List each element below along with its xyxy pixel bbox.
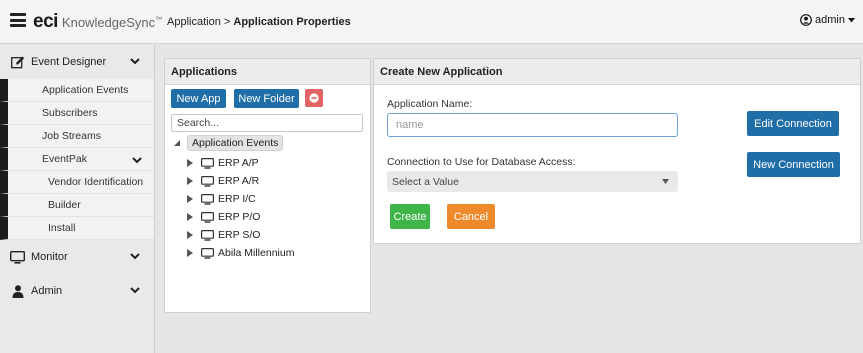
tree-item-erp-po[interactable]: ERP P/O <box>187 209 260 225</box>
user-icon <box>800 14 812 26</box>
tree-item-abila-millennium[interactable]: Abila Millennium <box>187 245 294 261</box>
sidebar-item-label: Install <box>48 222 76 234</box>
caret-right-icon[interactable] <box>187 249 193 257</box>
top-bar: eci KnowledgeSync™ Application > Applica… <box>0 0 863 44</box>
sidebar-item-job-streams[interactable]: Job Streams <box>0 125 154 148</box>
create-button[interactable]: Create <box>390 204 430 229</box>
menu-icon[interactable] <box>10 13 26 27</box>
new-connection-button[interactable]: New Connection <box>747 152 840 177</box>
logo: eci KnowledgeSync™ <box>33 11 162 33</box>
sidebar-item-label: Monitor <box>31 251 68 263</box>
tree-item-label: ERP A/P <box>218 157 259 169</box>
caret-right-icon[interactable] <box>187 195 193 203</box>
cancel-button[interactable]: Cancel <box>447 204 495 229</box>
sidebar-item-label: EventPak <box>42 153 87 165</box>
caret-down-icon[interactable] <box>173 139 181 147</box>
create-application-panel: Create New Application Application Name:… <box>373 58 861 244</box>
delete-button[interactable] <box>305 89 323 107</box>
chevron-down-icon <box>130 253 140 260</box>
person-icon <box>10 284 25 298</box>
chevron-down-icon <box>130 58 140 65</box>
sidebar-item-admin[interactable]: Admin <box>0 274 154 308</box>
applications-panel-title: Applications <box>165 59 370 85</box>
sidebar-item-builder[interactable]: Builder <box>0 194 154 217</box>
logo-product: KnowledgeSync™ <box>61 15 163 30</box>
sidebar-item-eventpak[interactable]: EventPak <box>0 148 154 171</box>
user-menu[interactable]: admin <box>800 14 855 26</box>
breadcrumb-current: Application Properties <box>233 16 351 28</box>
logo-brand: eci <box>33 11 58 32</box>
monitor-icon <box>201 193 214 205</box>
tree-item-label: Abila Millennium <box>218 247 295 259</box>
monitor-icon <box>201 211 214 223</box>
caret-right-icon[interactable] <box>187 231 193 239</box>
application-name-label: Application Name: <box>387 98 473 110</box>
minus-icon <box>309 93 319 103</box>
sidebar-item-subscribers[interactable]: Subscribers <box>0 102 154 125</box>
caret-down-icon <box>848 17 855 22</box>
connection-label: Connection to Use for Database Access: <box>387 156 576 168</box>
tree-root-label[interactable]: Application Events <box>187 135 284 151</box>
sidebar-item-application-events[interactable]: Application Events <box>0 79 154 102</box>
tree-item-label: ERP P/O <box>218 211 261 223</box>
caret-right-icon[interactable] <box>187 213 193 221</box>
tree-item-label: ERP I/C <box>218 193 256 205</box>
sidebar-item-event-designer[interactable]: Event Designer <box>0 45 154 79</box>
sidebar-item-label: Job Streams <box>42 130 101 142</box>
monitor-icon <box>201 229 214 241</box>
sidebar-item-install[interactable]: Install <box>0 217 154 240</box>
tree-item-erp-ar[interactable]: ERP A/R <box>187 173 259 189</box>
username: admin <box>815 14 845 26</box>
tree-item-erp-so[interactable]: ERP S/O <box>187 227 260 243</box>
edit-icon <box>10 55 25 69</box>
edit-connection-button[interactable]: Edit Connection <box>747 111 839 136</box>
chevron-down-icon <box>132 157 142 164</box>
create-panel-title: Create New Application <box>374 59 860 85</box>
sidebar-item-monitor[interactable]: Monitor <box>0 240 154 274</box>
sidebar-item-label: Event Designer <box>31 56 107 68</box>
new-app-button[interactable]: New App <box>171 89 226 108</box>
sidebar-item-label: Admin <box>31 285 63 297</box>
chevron-down-icon <box>130 287 140 294</box>
tree-item-label: ERP A/R <box>218 175 260 187</box>
sidebar-item-label: Vendor Identification <box>48 176 144 188</box>
tree-item-label: ERP S/O <box>218 229 261 241</box>
tree-root: Application Events <box>173 135 284 151</box>
monitor-icon <box>201 175 214 187</box>
caret-right-icon[interactable] <box>187 159 193 167</box>
applications-panel: Applications New App New Folder Applicat… <box>164 58 371 313</box>
connection-selected-value: Select a Value <box>392 175 459 188</box>
sidebar-item-label: Builder <box>48 199 81 211</box>
search-input[interactable] <box>171 114 363 132</box>
monitor-icon <box>201 157 214 169</box>
breadcrumb: Application > Application Properties <box>167 16 351 28</box>
new-folder-button[interactable]: New Folder <box>234 89 299 108</box>
application-name-input[interactable] <box>387 113 678 137</box>
caret-down-icon <box>662 179 669 184</box>
tree-item-erp-ic[interactable]: ERP I/C <box>187 191 256 207</box>
breadcrumb-parent[interactable]: Application <box>167 16 221 28</box>
sidebar: Event Designer Application Events Subscr… <box>0 45 155 353</box>
tree-item-erp-ap[interactable]: ERP A/P <box>187 155 259 171</box>
caret-right-icon[interactable] <box>187 177 193 185</box>
sidebar-item-label: Subscribers <box>42 107 98 119</box>
sidebar-item-vendor-identification[interactable]: Vendor Identification <box>0 171 154 194</box>
monitor-icon <box>201 247 214 259</box>
breadcrumb-separator: > <box>223 16 231 28</box>
sidebar-item-label: Application Events <box>42 84 129 96</box>
monitor-icon <box>10 250 25 264</box>
connection-select[interactable]: Select a Value <box>387 171 678 192</box>
